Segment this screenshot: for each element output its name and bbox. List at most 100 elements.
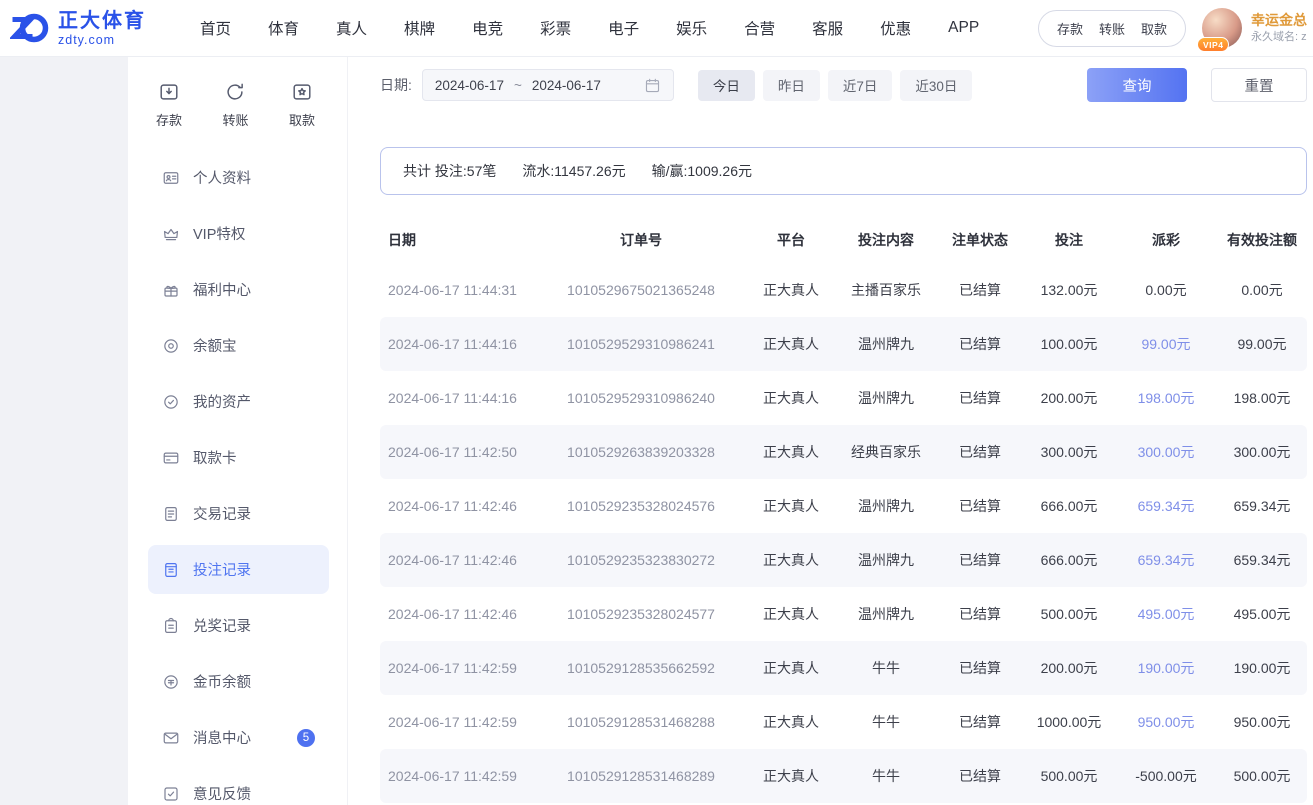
cell-game: 温州牌九 (835, 496, 937, 516)
sidebar-item[interactable]: 消息中心5 (148, 713, 329, 762)
brand-logo[interactable]: 正大体育 zdty.com (10, 8, 158, 48)
quick-action-label: 取款 (289, 110, 315, 129)
wallet-link[interactable]: 取款 (1141, 19, 1167, 38)
cell-order: 1010529529310986240 (535, 390, 747, 406)
cell-platform: 正大真人 (747, 550, 835, 570)
sidebar-item[interactable]: 福利中心 (148, 265, 329, 314)
cell-platform: 正大真人 (747, 766, 835, 786)
date-range-input[interactable]: 2024-06-17 ~ 2024-06-17 (422, 69, 674, 101)
sidebar-item-label: 交易记录 (193, 503, 251, 524)
nav-item[interactable]: 真人 (336, 17, 367, 39)
nav-item[interactable]: APP (948, 19, 979, 37)
column-header: 有效投注额 (1217, 230, 1307, 250)
nav-item[interactable]: 合营 (744, 17, 775, 39)
nav-item[interactable]: 娱乐 (676, 17, 707, 39)
sidebar-item[interactable]: 交易记录 (148, 489, 329, 538)
column-header: 订单号 (535, 230, 747, 250)
transfer-icon (224, 81, 246, 103)
table-row: 2024-06-17 11:42:591010529128535662592正大… (380, 641, 1307, 695)
brand-logo-icon (10, 8, 50, 48)
sidebar-item[interactable]: 我的资产 (148, 377, 329, 426)
wallet-link[interactable]: 存款 (1057, 19, 1083, 38)
cell-valid: 0.00元 (1217, 280, 1307, 300)
quick-action[interactable]: 存款 (156, 81, 182, 129)
vip-badge: VIP4 (1197, 37, 1229, 52)
sidebar-item-label: 消息中心 (193, 727, 251, 748)
withdraw-icon (291, 81, 313, 103)
cell-order: 1010529675021365248 (535, 282, 747, 298)
clipboard-icon (162, 617, 180, 635)
nav-item[interactable]: 客服 (812, 17, 843, 39)
sidebar-item[interactable]: 个人资料 (148, 153, 329, 202)
date-filter-label: 日期: (380, 75, 412, 95)
user-name: 幸运金总 (1251, 11, 1307, 30)
user-domain-note: 永久域名: z (1251, 30, 1307, 45)
quick-action[interactable]: 取款 (289, 81, 315, 129)
feedback-icon (162, 785, 180, 803)
quick-action-label: 转账 (222, 110, 248, 129)
nav-item[interactable]: 优惠 (880, 17, 911, 39)
table-row: 2024-06-17 11:44:311010529675021365248正大… (380, 263, 1307, 317)
sidebar-item-label: 个人资料 (193, 167, 251, 188)
sidebar-item[interactable]: VIP特权 (148, 209, 329, 258)
nav-item[interactable]: 彩票 (540, 17, 571, 39)
summary-box: 共计 投注:57笔流水:11457.26元输/赢:1009.26元 (380, 147, 1307, 195)
quick-action-label: 存款 (156, 110, 182, 129)
sidebar-item-label: 兑奖记录 (193, 615, 251, 636)
range-button[interactable]: 昨日 (763, 70, 820, 101)
cell-status: 已结算 (937, 658, 1023, 678)
user-chip[interactable]: VIP4 幸运金总 永久域名: z (1202, 8, 1307, 48)
cell-valid: 950.00元 (1217, 712, 1307, 732)
cell-date: 2024-06-17 11:42:50 (380, 444, 535, 460)
sidebar-item[interactable]: 投注记录 (148, 545, 329, 594)
sidebar-item[interactable]: 金币余额 (148, 657, 329, 706)
date-from-value: 2024-06-17 (435, 78, 504, 93)
cell-order: 1010529128531468288 (535, 714, 747, 730)
cell-bet: 200.00元 (1023, 388, 1115, 408)
table-body: 2024-06-17 11:44:311010529675021365248正大… (380, 263, 1307, 803)
cell-platform: 正大真人 (747, 712, 835, 732)
range-button[interactable]: 近7日 (828, 70, 893, 101)
column-header: 日期 (380, 230, 535, 250)
nav-item[interactable]: 电子 (608, 17, 639, 39)
reset-button[interactable]: 重置 (1211, 68, 1307, 102)
cell-payout: 198.00元 (1115, 388, 1217, 408)
cell-bet: 100.00元 (1023, 334, 1115, 354)
nav-item[interactable]: 体育 (268, 17, 299, 39)
range-group: 今日昨日近7日近30日 (698, 70, 973, 101)
main-nav: 首页 体育 真人 棋牌 电竞 彩票 电子 娱乐 合营 客服 优惠 APP (200, 17, 979, 39)
cell-date: 2024-06-17 11:44:16 (380, 390, 535, 406)
nav-item[interactable]: 电竞 (472, 17, 503, 39)
cell-bet: 500.00元 (1023, 766, 1115, 786)
cell-order: 1010529235328024576 (535, 498, 747, 514)
nav-item[interactable]: 棋牌 (404, 17, 435, 39)
range-button[interactable]: 今日 (698, 70, 755, 101)
sidebar-item-label: 余额宝 (193, 335, 237, 356)
table-row: 2024-06-17 11:42:591010529128531468289正大… (380, 749, 1307, 803)
table-row: 2024-06-17 11:42:591010529128531468288正大… (380, 695, 1307, 749)
cell-bet: 500.00元 (1023, 604, 1115, 624)
cell-status: 已结算 (937, 442, 1023, 462)
sidebar-item[interactable]: 余额宝 (148, 321, 329, 370)
range-button[interactable]: 近30日 (900, 70, 972, 101)
quick-action[interactable]: 转账 (222, 81, 248, 129)
topbar: 正大体育 zdty.com 首页体育真人棋牌电竞彩票电子娱乐合营客服优惠APP … (0, 0, 1313, 57)
cell-platform: 正大真人 (747, 442, 835, 462)
cell-platform: 正大真人 (747, 658, 835, 678)
cell-payout: 300.00元 (1115, 442, 1217, 462)
wallet-link[interactable]: 转账 (1099, 19, 1125, 38)
brand-domain: zdty.com (58, 33, 146, 47)
cell-valid: 495.00元 (1217, 604, 1307, 624)
sidebar-item[interactable]: 意见反馈 (148, 769, 329, 805)
cell-platform: 正大真人 (747, 280, 835, 300)
sidebar-item[interactable]: 取款卡 (148, 433, 329, 482)
query-button[interactable]: 查询 (1087, 68, 1187, 102)
cell-date: 2024-06-17 11:42:46 (380, 552, 535, 568)
nav-item[interactable]: 首页 (200, 17, 231, 39)
cell-game: 温州牌九 (835, 604, 937, 624)
sidebar-item[interactable]: 兑奖记录 (148, 601, 329, 650)
cell-payout: 495.00元 (1115, 604, 1217, 624)
cell-payout: 190.00元 (1115, 658, 1217, 678)
cell-game: 牛牛 (835, 658, 937, 678)
cell-valid: 659.34元 (1217, 496, 1307, 516)
